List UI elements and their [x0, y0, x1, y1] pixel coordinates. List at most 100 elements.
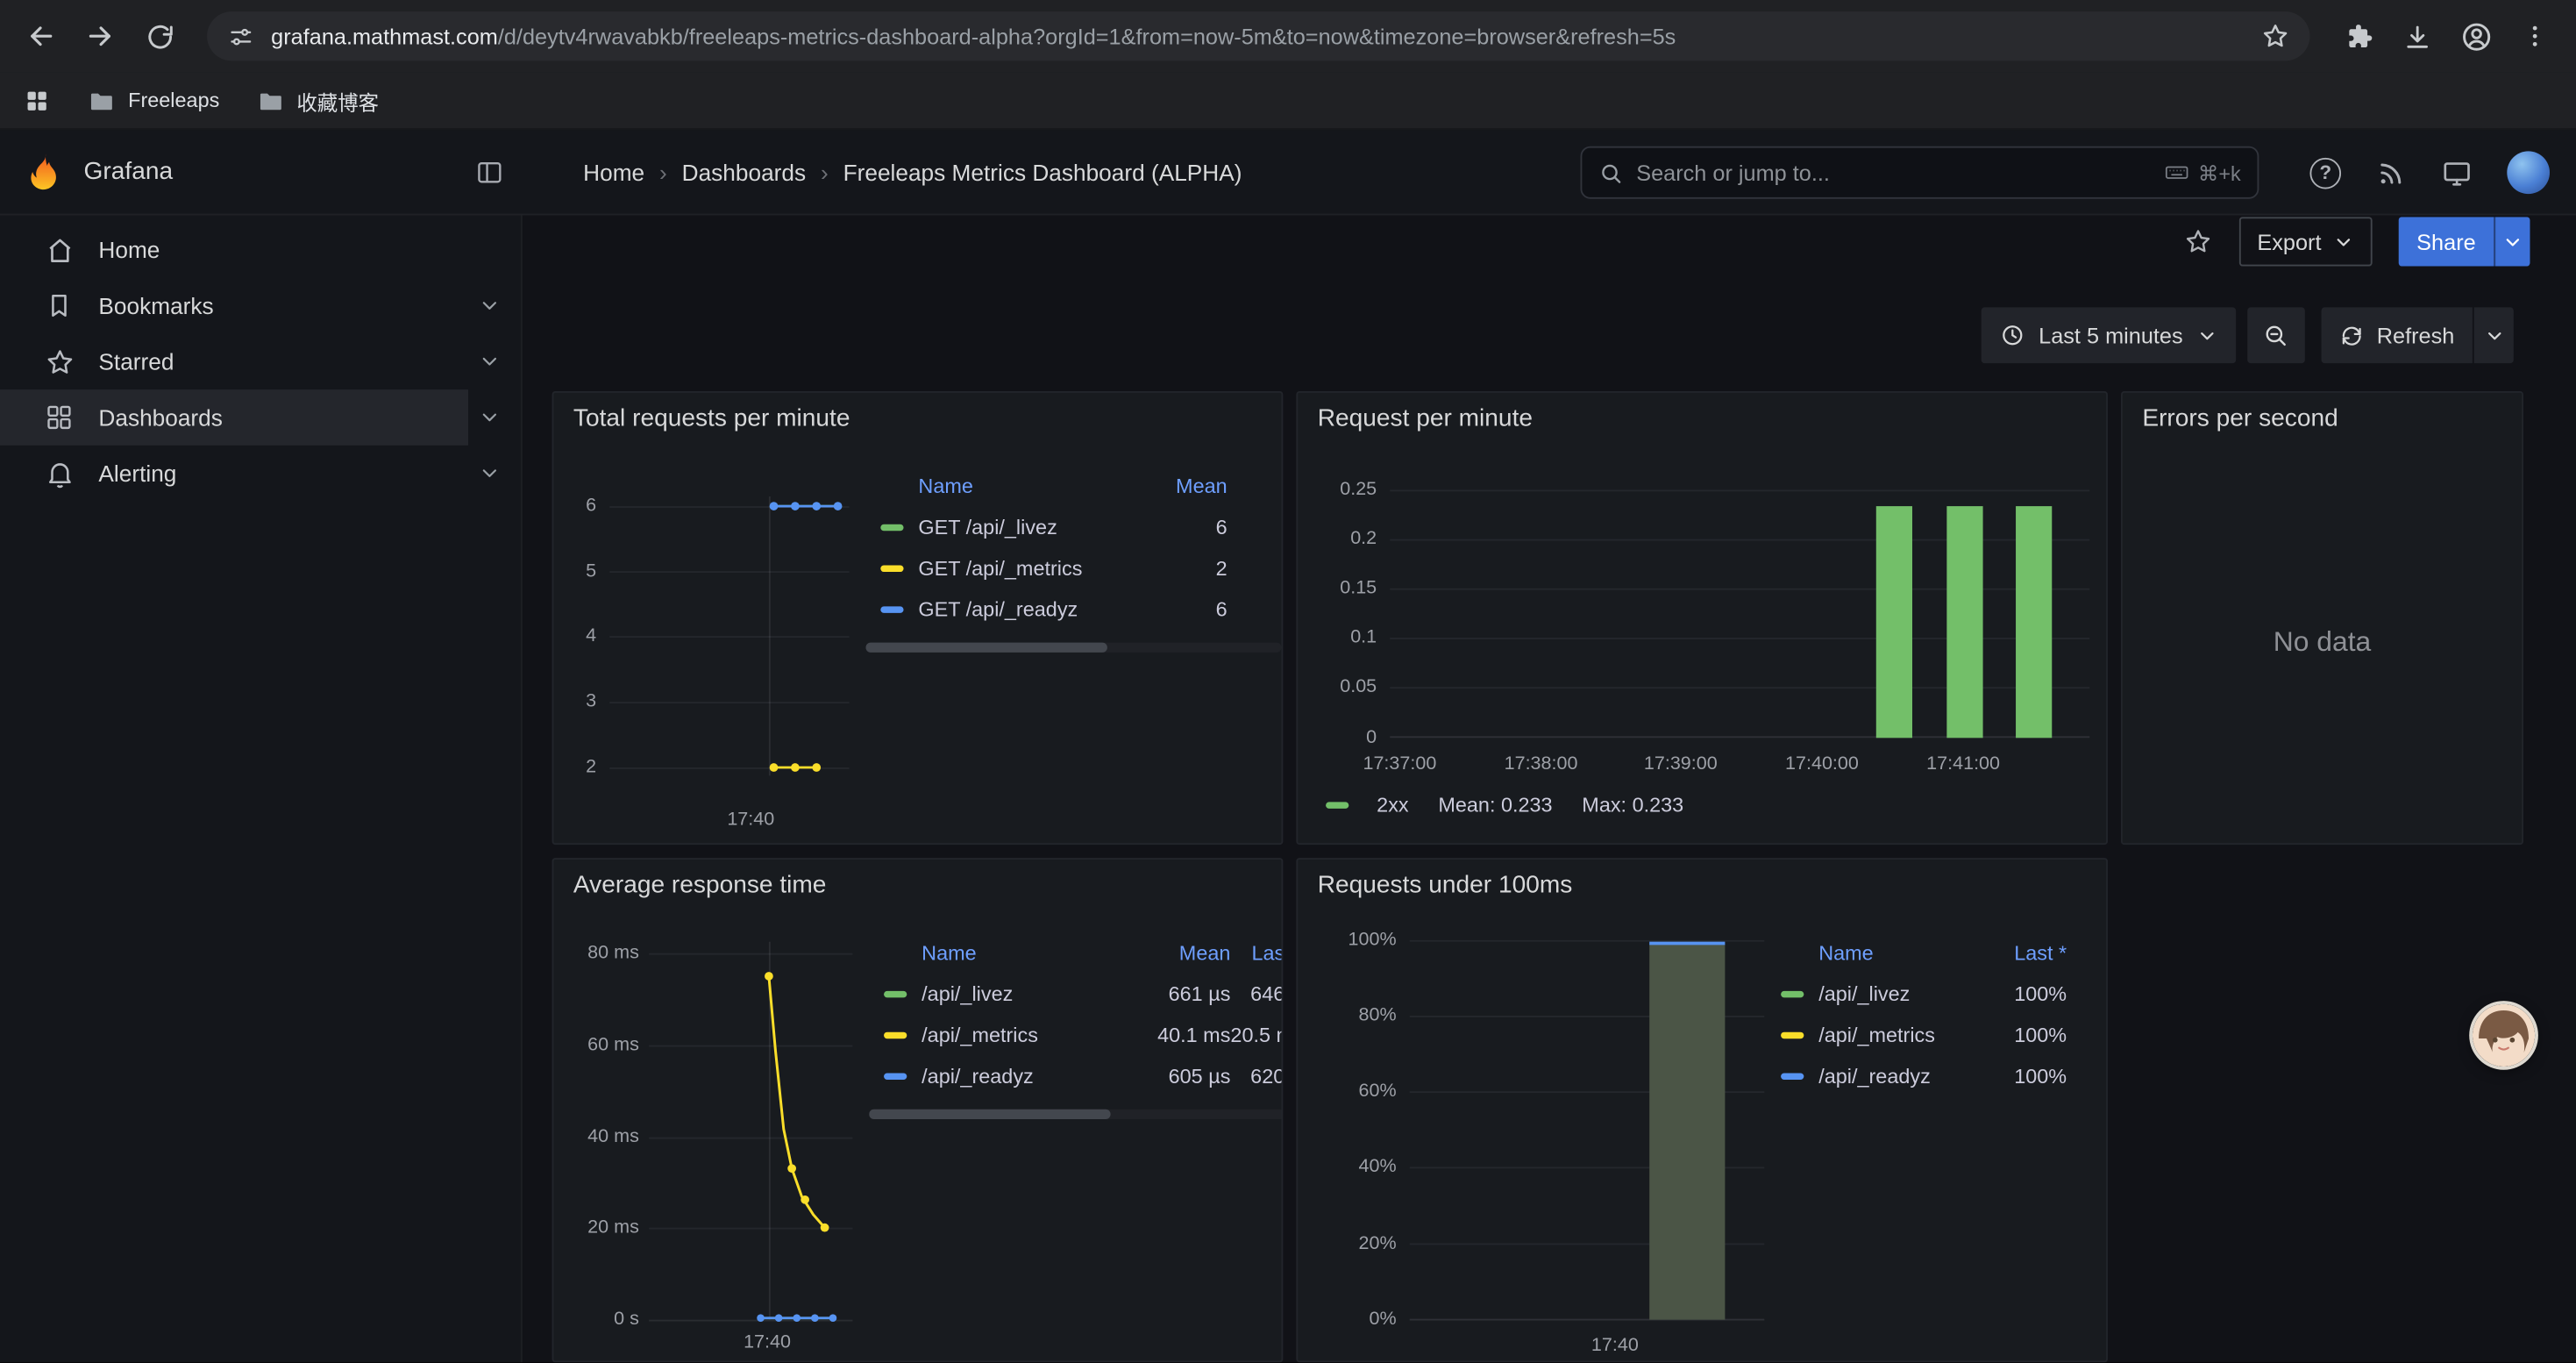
zoom-out-button[interactable]	[2247, 307, 2305, 363]
breadcrumb-separator: ›	[659, 159, 667, 185]
series-name[interactable]: 2xx	[1377, 794, 1408, 817]
chevron-down-icon[interactable]	[478, 406, 501, 429]
legend-row[interactable]: /api/_livez 100%	[1775, 973, 2067, 1014]
scrollbar-thumb[interactable]	[869, 1110, 1110, 1119]
series-name: /api/_readyz	[922, 1064, 1138, 1087]
downloads-icon[interactable]	[2388, 8, 2444, 64]
sidebar-item-dashboards[interactable]: Dashboards	[0, 389, 521, 446]
browser-menu-icon[interactable]	[2507, 8, 2563, 64]
bar-under-100ms	[1649, 944, 1725, 1320]
panel-title[interactable]: Total requests per minute	[553, 393, 1281, 442]
site-settings-icon[interactable]	[227, 22, 255, 50]
time-range-picker[interactable]: Last 5 minutes	[1982, 307, 2236, 363]
favorite-star-icon[interactable]	[2183, 227, 2213, 257]
bookmark-star-icon[interactable]	[2260, 21, 2290, 51]
panel-title[interactable]: Errors per second	[2123, 393, 2522, 442]
panel-title[interactable]: Requests under 100ms	[1298, 860, 2106, 909]
y-tick: 0.15	[1318, 577, 1377, 600]
profile-icon[interactable]	[2448, 8, 2504, 64]
legend-header-name[interactable]: Name	[922, 941, 1138, 964]
sidebar-item-alerting[interactable]: Alerting	[0, 446, 521, 502]
bookmark-folder-blogs[interactable]: 收藏博客	[256, 84, 380, 116]
legend-row[interactable]: GET /api/_metrics 2	[865, 547, 1281, 589]
breadcrumb-home[interactable]: Home	[583, 159, 644, 185]
monitor-icon[interactable]	[2441, 157, 2473, 189]
legend-header-mean[interactable]: Mean	[1138, 941, 1230, 964]
no-data-message: No data	[2274, 626, 2372, 659]
chevron-down-icon[interactable]	[478, 462, 501, 485]
legend-row[interactable]: /api/_readyz 100%	[1775, 1055, 2067, 1096]
refresh-button[interactable]: Refresh	[2321, 307, 2473, 363]
bookmark-label: 收藏博客	[296, 84, 379, 116]
series-color-blue	[1781, 1073, 1804, 1079]
series-last: 100%	[1984, 982, 2067, 1005]
y-tick: 80 ms	[573, 942, 639, 965]
bar-chart-plot	[1390, 489, 2089, 739]
share-dropdown-button[interactable]	[2494, 217, 2530, 266]
chevron-down-icon	[2333, 231, 2354, 252]
forward-icon[interactable]	[72, 8, 128, 64]
series-mean: 6	[1135, 515, 1228, 538]
bookmark-folder-freeleaps[interactable]: Freeleaps	[87, 86, 219, 114]
reload-icon[interactable]	[132, 8, 188, 64]
legend-row[interactable]: /api/_metrics 100%	[1775, 1014, 2067, 1055]
series-color-blue	[880, 605, 903, 611]
legend-row[interactable]: /api/_metrics 40.1 ms 20.5 m	[869, 1014, 1283, 1055]
series-last: 100%	[1984, 1023, 2067, 1045]
panel-requests-under-100ms: Requests under 100ms 100% 80% 60% 40% 20…	[1296, 858, 2108, 1362]
series-color-green	[1326, 802, 1348, 808]
sidebar-item-home[interactable]: Home	[0, 222, 521, 278]
legend-header-name[interactable]: Name	[1818, 941, 1984, 964]
legend-row[interactable]: GET /api/_livez 6	[865, 506, 1281, 547]
legend-row[interactable]: GET /api/_readyz 6	[865, 589, 1281, 630]
bar-2xx	[1946, 506, 1982, 738]
search-input[interactable]: Search or jump to... ⌘+k	[1581, 146, 2259, 199]
refresh-interval-dropdown[interactable]	[2473, 307, 2514, 363]
grafana-app: Grafana Home › Dashboards › Freeleaps Me…	[0, 130, 2576, 1362]
dashboard-main: Export Share Last 5 minutes	[523, 215, 2576, 1362]
apps-grid-icon[interactable]	[23, 86, 51, 114]
scrollbar-thumb[interactable]	[865, 643, 1107, 653]
extensions-icon[interactable]	[2330, 8, 2386, 64]
export-button[interactable]: Export	[2239, 217, 2373, 266]
news-rss-icon[interactable]	[2375, 157, 2407, 189]
y-tick: 0.1	[1318, 626, 1377, 649]
chevron-down-icon[interactable]	[478, 294, 501, 317]
legend-row[interactable]: /api/_livez 661 µs 646	[869, 973, 1283, 1014]
y-tick: 0.05	[1318, 675, 1377, 698]
sidebar-item-label: Starred	[98, 348, 174, 375]
series-color-yellow	[880, 565, 903, 571]
dashboards-grid-icon	[43, 403, 75, 432]
y-tick: 5	[573, 560, 596, 583]
request-per-minute-chart: 0.25 0.2 0.15 0.1 0.05 0	[1318, 446, 2087, 833]
legend-row[interactable]: /api/_readyz 605 µs 620	[869, 1055, 1283, 1096]
breadcrumb-dashboards[interactable]: Dashboards	[682, 159, 806, 185]
legend-header-name[interactable]: Name	[918, 475, 1135, 497]
share-button[interactable]: Share	[2399, 217, 2494, 266]
mega-menu-toggle-icon[interactable]	[475, 157, 505, 187]
legend-header-last[interactable]: Las	[1230, 941, 1283, 964]
legend-scrollbar	[869, 1110, 1283, 1119]
sidebar: Home Bookmarks Starred	[0, 215, 523, 1362]
sidebar-item-bookmarks[interactable]: Bookmarks	[0, 278, 521, 334]
floating-assistant-avatar[interactable]	[2473, 1004, 2535, 1067]
legend-header-mean[interactable]: Mean	[1135, 475, 1228, 497]
series-name: /api/_readyz	[1818, 1064, 1984, 1087]
breadcrumb-current: Freeleaps Metrics Dashboard (ALPHA)	[843, 159, 1242, 185]
user-avatar[interactable]	[2507, 151, 2550, 194]
series-mean: 40.1 ms	[1138, 1023, 1230, 1045]
sidebar-item-starred[interactable]: Starred	[0, 333, 521, 389]
y-tick: 0.25	[1318, 478, 1377, 501]
help-icon[interactable]: ?	[2309, 157, 2341, 189]
x-tick: 17:40	[701, 809, 800, 831]
panel-title[interactable]: Average response time	[553, 860, 1281, 909]
url-bar[interactable]: grafana.mathmast.com/d/deytv4rwavabkb/fr…	[207, 11, 2309, 61]
legend-header-row: Name Mean Las	[869, 931, 1283, 973]
series-name: /api/_livez	[922, 982, 1138, 1005]
bell-icon	[43, 458, 75, 489]
chevron-down-icon[interactable]	[478, 350, 501, 373]
panel-title[interactable]: Request per minute	[1298, 393, 2106, 442]
back-icon[interactable]	[13, 8, 69, 64]
legend-header-last[interactable]: Last *	[1984, 941, 2067, 964]
grafana-logo[interactable]	[23, 151, 64, 192]
